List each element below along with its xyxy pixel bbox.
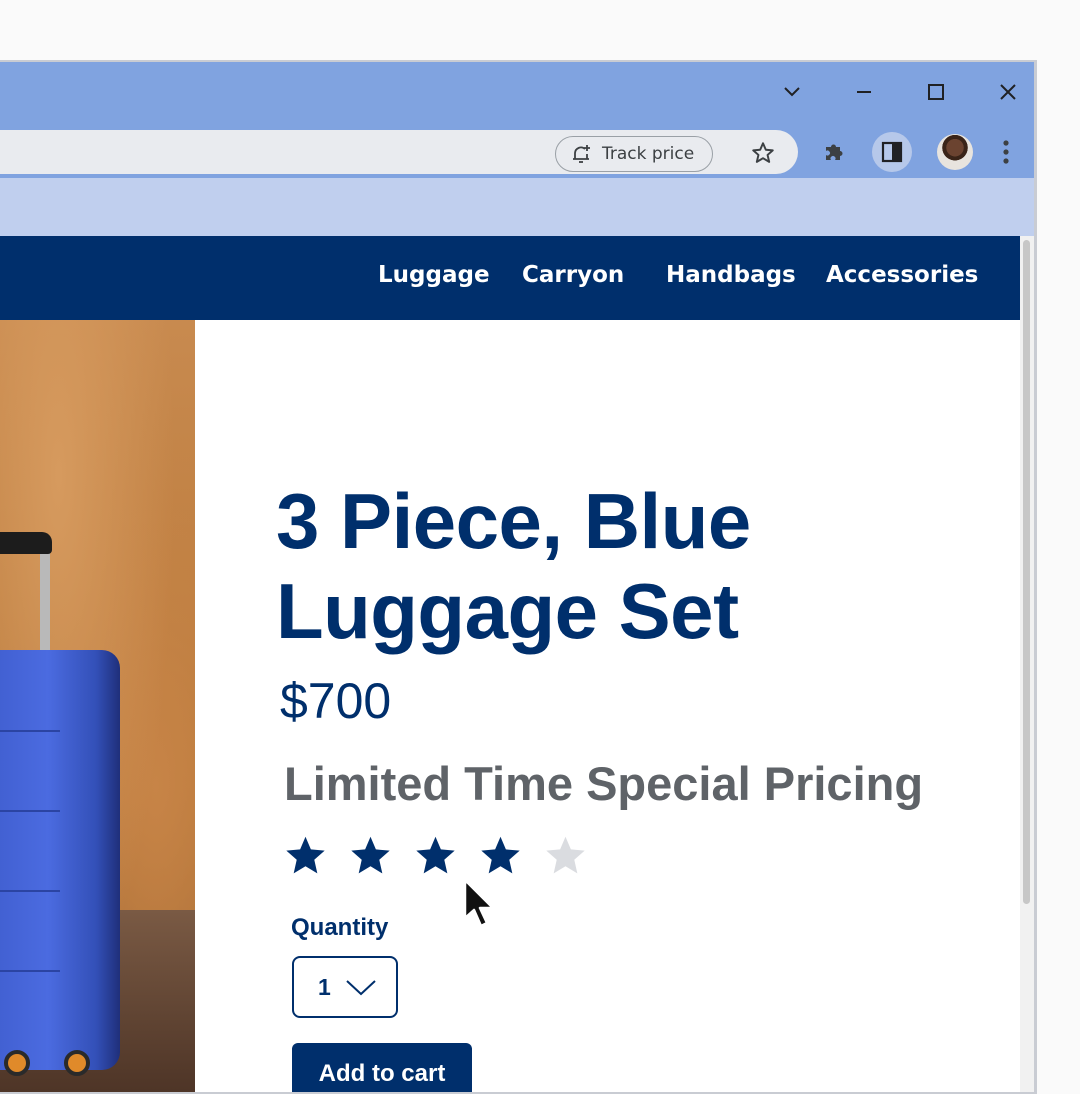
puzzle-icon [826, 144, 843, 160]
bookmarks-bar [0, 178, 1034, 236]
scrollbar-thumb[interactable] [1023, 240, 1030, 904]
star-filled-icon [286, 836, 325, 874]
side-panel-button[interactable] [878, 138, 906, 166]
address-bar[interactable]: Track price [0, 130, 798, 174]
maximize-icon [928, 84, 944, 100]
mouse-cursor-icon [463, 878, 495, 928]
star-filled-icon [351, 836, 390, 874]
star-filled-icon [416, 836, 455, 874]
side-panel-icon [881, 141, 903, 163]
track-price-chip[interactable]: Track price [555, 136, 713, 172]
browser-menu-button[interactable] [992, 138, 1020, 166]
suitcase [0, 650, 120, 1070]
quantity-value: 1 [318, 973, 331, 1000]
maximize-button[interactable] [922, 78, 950, 106]
rating-stars [284, 834, 587, 877]
tab-search-button[interactable] [778, 78, 806, 106]
product-title-line1: 3 Piece, Blue [276, 477, 751, 565]
browser-window: Track price Luggage Carryon Handbags Acc… [0, 60, 1037, 1094]
site-nav: Luggage Carryon Handbags Accessories [0, 236, 1020, 320]
extensions-button[interactable] [820, 138, 848, 166]
chevron-down-icon [784, 87, 800, 97]
product-image [0, 320, 195, 1092]
star-outline-icon [752, 142, 774, 163]
nav-item-luggage[interactable]: Luggage [378, 262, 490, 288]
track-price-label: Track price [602, 144, 695, 164]
add-to-cart-button[interactable]: Add to cart [292, 1043, 472, 1092]
chevron-down-icon [346, 980, 376, 996]
web-page: Luggage Carryon Handbags Accessories 3 P… [0, 236, 1020, 1092]
kebab-menu-icon [1003, 140, 1009, 164]
product-price: $700 [280, 673, 392, 729]
title-bar [0, 62, 1034, 126]
suitcase-rib [0, 970, 60, 972]
suitcase-rib [0, 810, 60, 812]
toolbar: Track price [0, 126, 1034, 178]
close-button[interactable] [994, 78, 1022, 106]
nav-item-carryon[interactable]: Carryon [522, 262, 624, 288]
suitcase-wheel [4, 1050, 30, 1076]
star-filled-icon [481, 836, 520, 874]
page-scrollbar[interactable] [1020, 236, 1034, 1092]
suitcase-rib [0, 890, 60, 892]
product-title: 3 Piece, Blue Luggage Set [276, 476, 976, 656]
bell-plus-icon [573, 145, 590, 163]
suitcase-wheel [64, 1050, 90, 1076]
minimize-button[interactable] [850, 78, 878, 106]
nav-item-accessories[interactable]: Accessories [826, 262, 978, 288]
star-empty-icon [546, 836, 585, 874]
product-title-line2: Luggage Set [276, 567, 739, 655]
promo-text: Limited Time Special Pricing [284, 757, 924, 810]
quantity-label: Quantity [291, 914, 389, 941]
profile-avatar[interactable] [937, 134, 973, 170]
minimize-icon [857, 91, 871, 93]
close-icon [1000, 84, 1016, 100]
nav-item-handbags[interactable]: Handbags [666, 262, 796, 288]
suitcase-handle-grip [0, 532, 52, 554]
suitcase-rib [0, 730, 60, 732]
bookmark-button[interactable] [750, 140, 776, 166]
quantity-select[interactable]: 1 [292, 956, 398, 1018]
